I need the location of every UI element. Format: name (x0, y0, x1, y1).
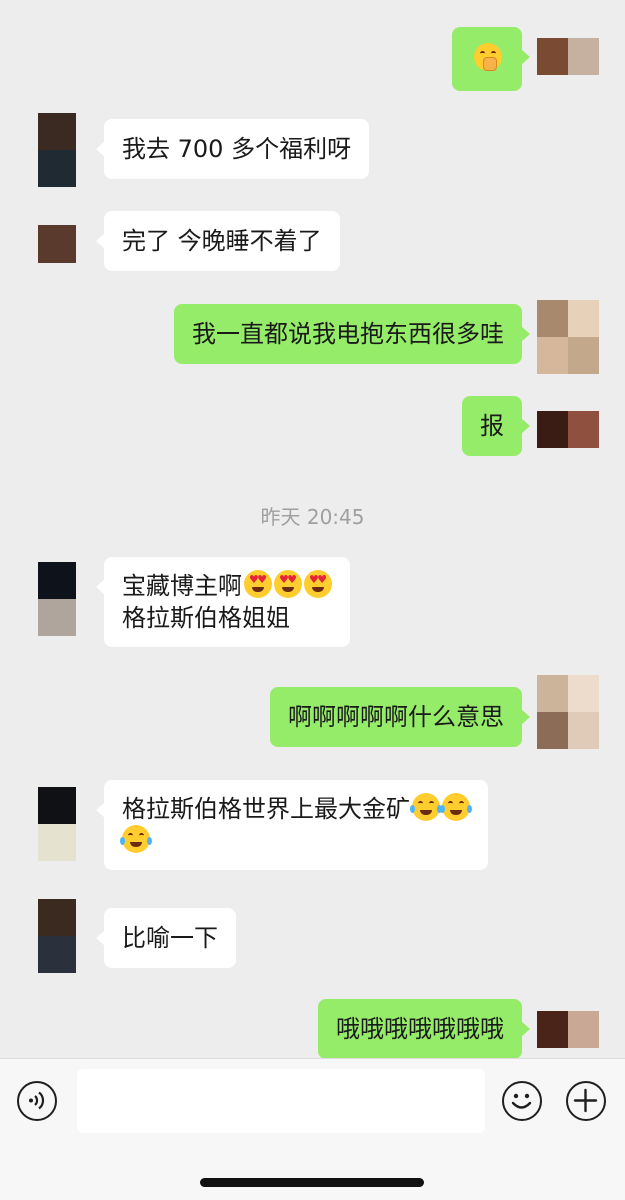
avatar-self[interactable] (537, 675, 599, 749)
timestamp-divider: 昨天 20:45 (260, 505, 365, 529)
heart-eyes-icon (274, 570, 302, 598)
message-bubble-incoming[interactable]: 完了 今晚睡不着了 (96, 211, 340, 271)
message-text: 格拉斯伯格世界上最大金矿 (122, 795, 410, 823)
avatar-contact[interactable] (38, 787, 76, 861)
avatar-self[interactable] (537, 1011, 599, 1049)
avatar-self[interactable] (537, 411, 599, 449)
message-text: 我一直都说我电抱东西很多哇 (192, 320, 504, 348)
message-bubble-incoming[interactable]: 比喻一下 (96, 908, 236, 968)
heart-eyes-icon (244, 570, 272, 598)
message-text: 宝藏博主啊 (122, 572, 242, 600)
message-bubble-incoming[interactable]: 我去 700 多个福利呀 (95, 119, 370, 179)
message-input[interactable] (77, 1069, 485, 1133)
smiley-icon[interactable] (502, 1081, 542, 1121)
message-bubble-outgoing[interactable]: 我一直都说我电抱东西很多哇 (174, 304, 530, 364)
avatar-contact[interactable] (38, 562, 76, 636)
tears-of-joy-icon (440, 793, 472, 821)
message-bubble-incoming[interactable]: 格拉斯伯格世界上最大金矿 (96, 780, 488, 870)
message-text: 哦哦哦哦哦哦哦 (336, 1015, 504, 1043)
message-bubble-outgoing[interactable]: 哦哦哦哦哦哦哦 (318, 999, 530, 1058)
avatar-contact[interactable] (38, 113, 76, 187)
message-text: 报 (480, 412, 504, 440)
message-bubble-incoming[interactable]: 宝藏博主啊 格拉斯伯格姐姐 (96, 557, 350, 647)
home-indicator (200, 1178, 424, 1187)
avatar-contact[interactable] (38, 899, 76, 973)
face-with-hand-over-mouth-icon (474, 43, 502, 71)
tears-of-joy-icon (120, 825, 152, 853)
input-bar (0, 1058, 625, 1200)
heart-eyes-icon (304, 570, 332, 598)
avatar-contact[interactable] (38, 225, 76, 263)
message-list[interactable]: 我去 700 多个福利呀 完了 今晚睡不着了 我一直都说我电抱东西很多哇 报 昨… (0, 0, 625, 1058)
message-bubble-outgoing[interactable]: 报 (462, 396, 530, 456)
tears-of-joy-icon (410, 793, 442, 821)
message-text: 啊啊啊啊啊什么意思 (288, 703, 504, 731)
avatar-self[interactable] (537, 300, 599, 374)
avatar-self[interactable] (537, 38, 599, 76)
message-text: 我去 700 多个福利呀 (122, 135, 352, 163)
message-text: 格拉斯伯格姐姐 (122, 604, 290, 632)
message-text: 完了 今晚睡不着了 (122, 227, 322, 255)
voice-icon[interactable] (17, 1081, 57, 1121)
chat-screen: 我去 700 多个福利呀 完了 今晚睡不着了 我一直都说我电抱东西很多哇 报 昨… (0, 0, 625, 1200)
message-bubble-outgoing[interactable]: 啊啊啊啊啊什么意思 (270, 687, 530, 747)
message-bubble-outgoing[interactable] (452, 27, 530, 91)
plus-icon[interactable] (566, 1081, 606, 1121)
message-text: 比喻一下 (122, 924, 218, 952)
